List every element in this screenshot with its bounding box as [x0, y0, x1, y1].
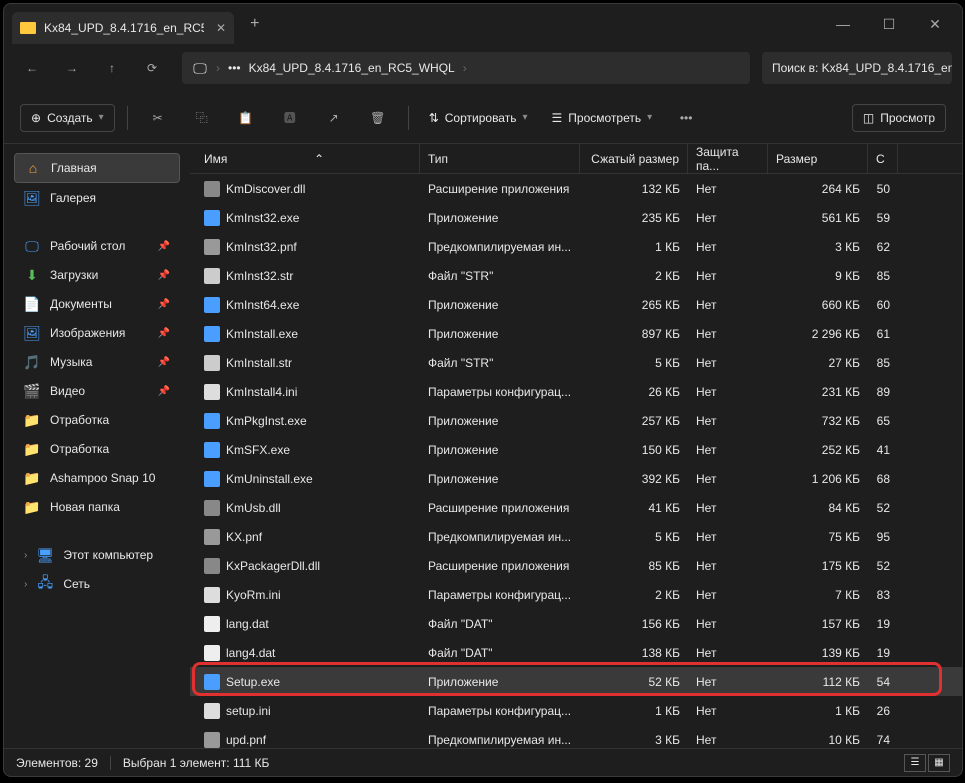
file-row[interactable]: KmSFX.exeПриложение150 КБНет252 КБ41 [190, 435, 962, 464]
sidebar-item-network[interactable]: ›🖧Сеть [14, 570, 180, 598]
view-grid-button[interactable]: ▦ [928, 754, 950, 772]
delete-button[interactable]: 🗑 [360, 100, 396, 136]
search-input[interactable]: Поиск в: Kx84_UPD_8.4.1716_en [762, 52, 952, 84]
minimize-button[interactable]: — [820, 4, 866, 44]
copy-button[interactable]: ⿻ [184, 100, 220, 136]
titlebar: Kx84_UPD_8.4.1716_en_RC5_W ✕ + — ☐ ✕ [4, 4, 962, 44]
status-bar: Элементов: 29 Выбран 1 элемент: 111 КБ ☰… [4, 748, 962, 776]
sidebar-item-thispc[interactable]: ›🖥Этот компьютер [14, 541, 180, 569]
file-row[interactable]: KX.pnfПредкомпилируемая ин...5 КБНет75 К… [190, 522, 962, 551]
sidebar-item-pictures[interactable]: 🖼Изображения📌 [14, 319, 180, 347]
sidebar-item-gallery[interactable]: 🖼Галерея [14, 184, 180, 212]
up-button[interactable]: ↑ [94, 52, 130, 84]
header-packed[interactable]: Сжатый размер [580, 144, 688, 173]
sidebar-item-folder[interactable]: 📁Отработка [14, 435, 180, 463]
content-area: Имя⌃ Тип Сжатый размер Защита па... Разм… [190, 144, 962, 748]
view-button[interactable]: ☰Просмотреть▾ [544, 105, 661, 131]
sidebar-item-folder[interactable]: 📁Новая папка [14, 493, 180, 521]
sidebar-item-downloads[interactable]: ⬇Загрузки📌 [14, 261, 180, 289]
sort-button[interactable]: ⇅Сортировать▾ [421, 105, 536, 131]
close-icon[interactable]: ✕ [216, 21, 226, 35]
file-row[interactable]: KxPackagerDll.dllРасширение приложения85… [190, 551, 962, 580]
file-row[interactable]: lang4.datФайл "DAT"138 КБНет139 КБ19 [190, 638, 962, 667]
status-selected: Выбран 1 элемент: 111 КБ [123, 756, 270, 770]
header-name[interactable]: Имя⌃ [196, 144, 420, 173]
sidebar-item-videos[interactable]: 🎬Видео📌 [14, 377, 180, 405]
header-size[interactable]: Размер [768, 144, 868, 173]
sidebar-item-folder[interactable]: 📁Отработка [14, 406, 180, 434]
sidebar-item-desktop[interactable]: 🖵Рабочий стол📌 [14, 232, 180, 260]
folder-icon [20, 22, 36, 34]
paste-button[interactable]: 📋 [228, 100, 264, 136]
window-controls: — ☐ ✕ [820, 4, 958, 44]
file-row[interactable]: setup.iniПараметры конфигурац...1 КБНет1… [190, 696, 962, 725]
sidebar-item-documents[interactable]: 📄Документы📌 [14, 290, 180, 318]
tab-title: Kx84_UPD_8.4.1716_en_RC5_W [44, 21, 204, 35]
file-row[interactable]: KmPkgInst.exeПриложение257 КБНет732 КБ65 [190, 406, 962, 435]
address-field[interactable]: 🖵 › ••• Kx84_UPD_8.4.1716_en_RC5_WHQL › [182, 52, 750, 84]
file-row[interactable]: Setup.exeПриложение52 КБНет112 КБ54 [190, 667, 962, 696]
refresh-button[interactable]: ⟳ [134, 52, 170, 84]
file-row[interactable]: KmInst32.strФайл "STR"2 КБНет9 КБ85 [190, 261, 962, 290]
main-area: ⌂Главная 🖼Галерея 🖵Рабочий стол📌 ⬇Загруз… [4, 144, 962, 748]
explorer-window: Kx84_UPD_8.4.1716_en_RC5_W ✕ + — ☐ ✕ ← →… [3, 3, 963, 777]
maximize-button[interactable]: ☐ [866, 4, 912, 44]
view-list-button[interactable]: ☰ [904, 754, 926, 772]
toolbar: ⊕Создать▾ ✂ ⿻ 📋 🅰 ↗ 🗑 ⇅Сортировать▾ ☰Про… [4, 92, 962, 144]
more-button[interactable]: ••• [668, 100, 704, 136]
sidebar-item-home[interactable]: ⌂Главная [14, 153, 180, 183]
file-row[interactable]: KmInstall.exeПриложение897 КБНет2 296 КБ… [190, 319, 962, 348]
tab-active[interactable]: Kx84_UPD_8.4.1716_en_RC5_W ✕ [12, 12, 234, 44]
rename-button[interactable]: 🅰 [272, 100, 308, 136]
file-row[interactable]: KmInst32.exeПриложение235 КБНет561 КБ59 [190, 203, 962, 232]
header-type[interactable]: Тип [420, 144, 580, 173]
cut-button[interactable]: ✂ [140, 100, 176, 136]
forward-button[interactable]: → [54, 52, 90, 84]
monitor-icon: 🖵 [192, 60, 208, 76]
close-button[interactable]: ✕ [912, 4, 958, 44]
sidebar: ⌂Главная 🖼Галерея 🖵Рабочий стол📌 ⬇Загруз… [4, 144, 190, 748]
file-row[interactable]: KmInst32.pnfПредкомпилируемая ин...1 КБН… [190, 232, 962, 261]
file-row[interactable]: KyoRm.iniПараметры конфигурац...2 КБНет7… [190, 580, 962, 609]
file-row[interactable]: KmUninstall.exeПриложение392 КБНет1 206 … [190, 464, 962, 493]
file-row[interactable]: upd.pnfПредкомпилируемая ин...3 КБНет10 … [190, 725, 962, 748]
preview-button[interactable]: ◫Просмотр [852, 104, 946, 132]
header-ratio[interactable]: С [868, 144, 898, 173]
file-row[interactable]: KmDiscover.dllРасширение приложения132 К… [190, 174, 962, 203]
status-count: Элементов: 29 [16, 756, 98, 770]
share-button[interactable]: ↗ [316, 100, 352, 136]
file-list[interactable]: KmDiscover.dllРасширение приложения132 К… [190, 174, 962, 748]
file-row[interactable]: KmInstall.strФайл "STR"5 КБНет27 КБ85 [190, 348, 962, 377]
file-row[interactable]: lang.datФайл "DAT"156 КБНет157 КБ19 [190, 609, 962, 638]
sidebar-item-music[interactable]: 🎵Музыка📌 [14, 348, 180, 376]
create-button[interactable]: ⊕Создать▾ [20, 104, 115, 132]
sidebar-item-folder[interactable]: 📁Ashampoo Snap 10 [14, 464, 180, 492]
file-row[interactable]: KmInst64.exeПриложение265 КБНет660 КБ60 [190, 290, 962, 319]
address-folder: Kx84_UPD_8.4.1716_en_RC5_WHQL [249, 61, 455, 75]
back-button[interactable]: ← [14, 52, 50, 84]
column-headers: Имя⌃ Тип Сжатый размер Защита па... Разм… [190, 144, 962, 174]
address-bar: ← → ↑ ⟳ 🖵 › ••• Kx84_UPD_8.4.1716_en_RC5… [4, 44, 962, 92]
file-row[interactable]: KmUsb.dllРасширение приложения41 КБНет84… [190, 493, 962, 522]
header-protect[interactable]: Защита па... [688, 144, 768, 173]
new-tab-button[interactable]: + [250, 15, 259, 33]
file-row[interactable]: KmInstall4.iniПараметры конфигурац...26 … [190, 377, 962, 406]
